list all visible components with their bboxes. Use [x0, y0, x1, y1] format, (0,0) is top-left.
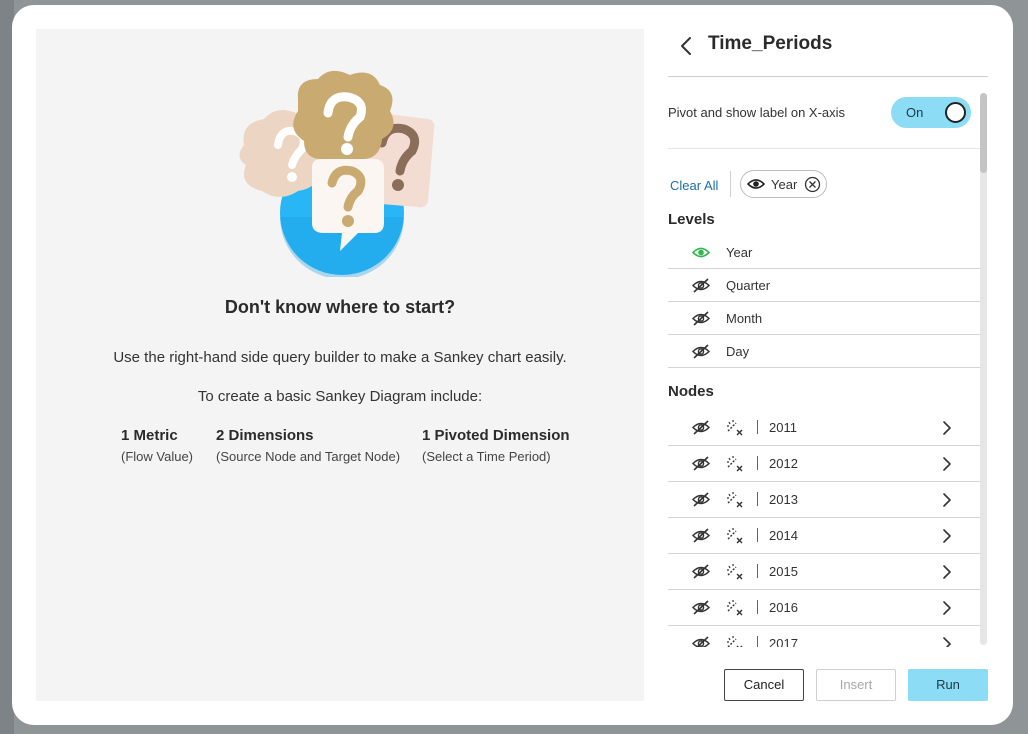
- node-row-2012[interactable]: 2012: [668, 446, 980, 482]
- question-marks-illustration: [239, 70, 435, 277]
- panel-title: Time_Periods: [708, 33, 833, 54]
- row-separator: [757, 528, 758, 542]
- close-circle-icon[interactable]: [804, 176, 821, 193]
- level-chip-year[interactable]: Year: [740, 170, 827, 198]
- cancel-button[interactable]: Cancel: [724, 669, 804, 701]
- node-row-2013[interactable]: 2013: [668, 482, 980, 518]
- edit-clear-icon[interactable]: [726, 491, 744, 509]
- empty-state-panel: Don't know where to start? Use the right…: [36, 29, 644, 701]
- level-label: Year: [726, 245, 753, 260]
- row-separator: [757, 600, 758, 614]
- eye-off-icon[interactable]: [692, 528, 710, 543]
- eye-icon: [747, 179, 765, 189]
- eye-off-icon[interactable]: [692, 420, 710, 435]
- node-row-2017[interactable]: 2017: [668, 626, 980, 647]
- eye-off-icon[interactable]: [692, 564, 710, 579]
- sankey-builder-modal: Don't know where to start? Use the right…: [12, 5, 1013, 725]
- chevron-right-icon[interactable]: [941, 528, 953, 544]
- node-label: 2012: [769, 456, 798, 471]
- level-label: Month: [726, 311, 763, 326]
- chevron-right-icon[interactable]: [941, 492, 953, 508]
- chevron-right-icon[interactable]: [941, 420, 953, 436]
- edit-clear-icon[interactable]: [726, 599, 744, 617]
- run-button[interactable]: Run: [908, 669, 988, 701]
- edit-clear-icon[interactable]: [726, 419, 744, 437]
- node-row-2016[interactable]: 2016: [668, 590, 980, 626]
- filter-separator: [730, 171, 731, 197]
- toggle-knob: [945, 102, 966, 123]
- pivot-setting-row: Pivot and show label on X-axis On: [668, 93, 980, 133]
- level-row-day[interactable]: Day: [668, 335, 980, 368]
- row-separator: [757, 492, 758, 506]
- section-divider: [668, 148, 980, 149]
- chevron-left-icon[interactable]: [676, 35, 696, 57]
- dimension-settings-panel: Time_Periods Pivot and show label on X-a…: [668, 5, 1013, 725]
- panel-header: Time_Periods: [668, 27, 988, 63]
- panel-footer: Cancel Insert Run: [668, 669, 1008, 703]
- node-row-2014[interactable]: 2014: [668, 518, 980, 554]
- node-label: 2011: [769, 420, 797, 435]
- edit-clear-icon[interactable]: [726, 563, 744, 581]
- settings-scroll-area[interactable]: Pivot and show label on X-axis On Clear …: [668, 77, 980, 647]
- requirement-metric: 1 Metric (Flow Value): [121, 427, 193, 464]
- requirement-subtitle: (Flow Value): [121, 449, 194, 464]
- chip-label: Year: [771, 177, 798, 192]
- edit-clear-icon[interactable]: [726, 527, 744, 545]
- row-separator: [757, 456, 758, 470]
- clear-all-link[interactable]: Clear All: [670, 178, 718, 193]
- nodes-section-title: Nodes: [668, 383, 714, 400]
- empty-state-title: Don't know where to start?: [224, 297, 456, 317]
- node-row-2015[interactable]: 2015: [668, 554, 980, 590]
- node-label: 2014: [769, 528, 798, 543]
- pivot-toggle[interactable]: On: [891, 97, 971, 128]
- pivot-label: Pivot and show label on X-axis: [668, 105, 846, 120]
- requirement-title: 1 Pivoted Dimension: [422, 427, 570, 444]
- row-separator: [757, 564, 758, 578]
- requirement-subtitle: (Source Node and Target Node): [216, 449, 401, 464]
- node-label: 2015: [769, 564, 798, 579]
- row-separator: [757, 420, 758, 434]
- eye-off-icon[interactable]: [692, 311, 710, 326]
- node-label: 2017: [769, 636, 798, 647]
- requirement-pivoted-dimension: 1 Pivoted Dimension (Select a Time Perio…: [422, 427, 570, 464]
- edit-clear-icon[interactable]: [726, 635, 744, 647]
- eye-icon[interactable]: [692, 245, 710, 260]
- scrollbar-thumb[interactable]: [980, 93, 987, 173]
- node-label: 2013: [769, 492, 798, 507]
- chevron-right-icon[interactable]: [941, 564, 953, 580]
- node-row-2011[interactable]: 2011: [668, 410, 980, 446]
- levels-section-title: Levels: [668, 211, 715, 228]
- eye-off-icon[interactable]: [692, 600, 710, 615]
- chevron-right-icon[interactable]: [941, 456, 953, 472]
- requirement-subtitle: (Select a Time Period): [422, 449, 551, 464]
- requirement-title: 1 Metric: [121, 427, 178, 444]
- level-row-month[interactable]: Month: [668, 302, 980, 335]
- empty-state-instruction: Use the right-hand side query builder to…: [113, 349, 567, 366]
- edit-clear-icon[interactable]: [726, 455, 744, 473]
- eye-off-icon[interactable]: [692, 492, 710, 507]
- visible-levels-filter: Clear All Year: [668, 169, 980, 201]
- eye-off-icon[interactable]: [692, 278, 710, 293]
- empty-state-subheading: To create a basic Sankey Diagram include…: [197, 388, 483, 405]
- eye-off-icon[interactable]: [692, 456, 710, 471]
- eye-off-icon[interactable]: [692, 636, 710, 647]
- level-label: Day: [726, 344, 750, 359]
- level-row-quarter[interactable]: Quarter: [668, 269, 980, 302]
- chevron-right-icon[interactable]: [941, 600, 953, 616]
- level-label: Quarter: [726, 278, 771, 293]
- node-label: 2016: [769, 600, 798, 615]
- level-row-year[interactable]: Year: [668, 236, 980, 269]
- scrollbar[interactable]: [980, 93, 987, 645]
- requirement-dimensions: 2 Dimensions (Source Node and Target Nod…: [216, 427, 400, 464]
- toggle-state-label: On: [906, 105, 924, 120]
- row-separator: [757, 636, 758, 647]
- chevron-right-icon[interactable]: [941, 636, 953, 647]
- eye-off-icon[interactable]: [692, 344, 710, 359]
- insert-button[interactable]: Insert: [816, 669, 896, 701]
- requirement-title: 2 Dimensions: [216, 427, 314, 444]
